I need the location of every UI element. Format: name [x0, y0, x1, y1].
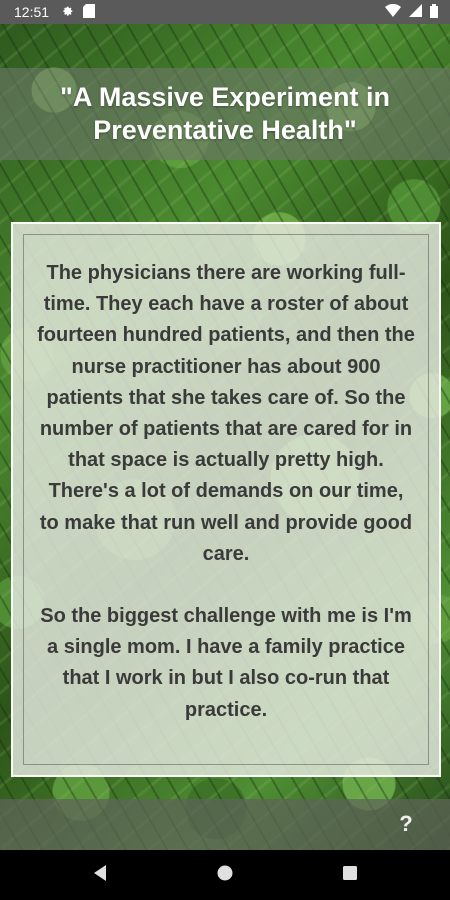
recents-icon	[342, 865, 358, 886]
gear-icon	[61, 4, 75, 21]
battery-icon	[430, 3, 438, 21]
back-button[interactable]	[80, 855, 120, 895]
sd-card-icon	[83, 3, 96, 21]
home-button[interactable]	[205, 855, 245, 895]
page-title: "A Massive Experiment in Preventative He…	[60, 82, 390, 145]
recents-button[interactable]	[330, 855, 370, 895]
cell-signal-icon	[409, 4, 422, 20]
quote-paragraph: So the biggest challenge with me is I'm …	[40, 605, 412, 721]
status-right-icons	[385, 3, 438, 21]
quote-card: The physicians there are working full-ti…	[11, 222, 441, 777]
title-banner: "A Massive Experiment in Preventative He…	[0, 68, 450, 160]
bottom-bar: ?	[0, 799, 450, 850]
wifi-icon	[385, 3, 401, 20]
status-bar: 12:51	[0, 0, 450, 24]
navigation-bar	[0, 850, 450, 900]
quote-text: The physicians there are working full-ti…	[37, 258, 415, 757]
status-time: 12:51	[14, 4, 50, 20]
home-icon	[216, 864, 234, 887]
back-icon	[92, 864, 108, 887]
help-button[interactable]: ?	[394, 807, 418, 841]
status-left-icons	[61, 3, 96, 21]
quote-paragraph: The physicians there are working full-ti…	[37, 262, 415, 565]
